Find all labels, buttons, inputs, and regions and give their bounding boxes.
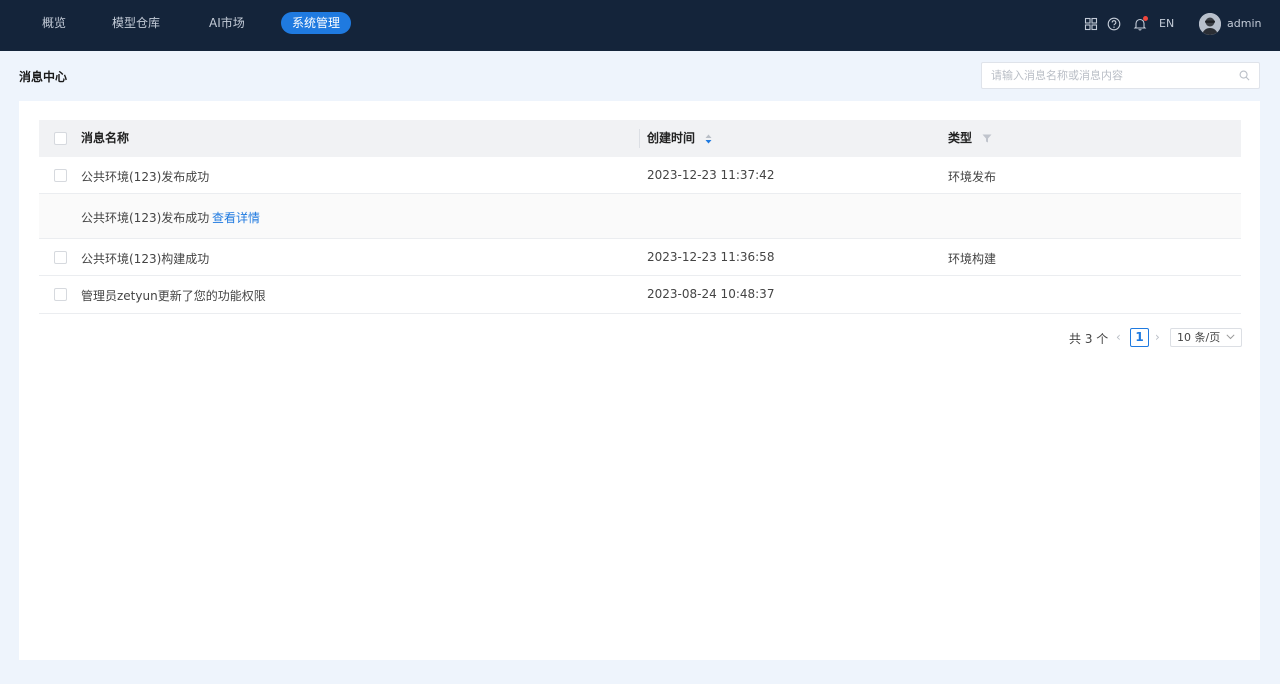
row-checkbox[interactable] — [54, 169, 67, 182]
message-list-card: 消息名称 创建时间 类型 公共环境(123)发布成功 2023-12-23 11… — [19, 101, 1260, 660]
nav-item-overview[interactable]: 概览 — [31, 12, 77, 34]
nav-item-model-repo[interactable]: 模型仓库 — [101, 12, 171, 34]
top-navbar: 概览 模型仓库 AI市场 系统管理 EN admin — [0, 0, 1280, 51]
expanded-row: 公共环境(123)发布成功 查看详情 — [39, 194, 1241, 239]
column-header-name: 消息名称 — [81, 131, 130, 145]
message-name[interactable]: 管理员zetyun更新了您的功能权限 — [81, 287, 266, 304]
column-header-type[interactable]: 类型 — [948, 120, 992, 157]
table-row[interactable]: 公共环境(123)发布成功 2023-12-23 11:37:42 环境发布 — [39, 157, 1241, 194]
message-created-time: 2023-12-23 11:37:42 — [647, 168, 775, 182]
nav-item-system-management[interactable]: 系统管理 — [281, 12, 352, 34]
apps-grid-icon[interactable] — [1084, 17, 1098, 31]
next-page-icon[interactable]: › — [1155, 330, 1160, 344]
search-icon[interactable] — [1239, 70, 1250, 81]
row-checkbox[interactable] — [54, 251, 67, 264]
table-row[interactable]: 公共环境(123)构建成功 2023-12-23 11:36:58 环境构建 — [39, 239, 1241, 276]
column-divider — [639, 129, 640, 148]
message-table: 消息名称 创建时间 类型 公共环境(123)发布成功 2023-12-23 11… — [39, 120, 1241, 314]
avatar[interactable] — [1199, 13, 1221, 35]
bell-icon[interactable] — [1133, 16, 1148, 31]
row-checkbox[interactable] — [54, 288, 67, 301]
column-header-type-label: 类型 — [948, 131, 973, 145]
filter-icon[interactable] — [982, 134, 992, 143]
table-row[interactable]: 管理员zetyun更新了您的功能权限 2023-08-24 10:48:37 — [39, 276, 1241, 314]
message-type: 环境构建 — [948, 252, 997, 266]
table-header: 消息名称 创建时间 类型 — [39, 120, 1241, 157]
message-created-time: 2023-12-23 11:36:58 — [647, 250, 775, 264]
chevron-down-icon — [1226, 334, 1235, 340]
prev-page-icon[interactable]: ‹ — [1116, 330, 1121, 344]
message-created-time: 2023-08-24 10:48:37 — [647, 287, 775, 301]
expanded-content: 公共环境(123)发布成功 — [81, 211, 210, 225]
search-input[interactable] — [982, 63, 1222, 88]
language-toggle[interactable]: EN — [1159, 17, 1174, 30]
message-type: 环境发布 — [948, 170, 997, 184]
page-size-value: 10 条/页 — [1177, 331, 1221, 344]
page-title: 消息中心 — [19, 70, 68, 84]
sort-icon[interactable] — [705, 134, 712, 144]
notification-dot — [1143, 16, 1148, 21]
message-name[interactable]: 公共环境(123)构建成功 — [81, 250, 209, 267]
pagination-total: 共 3 个 — [1069, 332, 1109, 346]
select-all-checkbox[interactable] — [54, 132, 67, 145]
username[interactable]: admin — [1227, 17, 1261, 30]
view-details-link[interactable]: 查看详情 — [212, 209, 260, 226]
search-box[interactable] — [981, 62, 1260, 89]
column-header-created[interactable]: 创建时间 — [647, 120, 712, 157]
nav-item-ai-market[interactable]: AI市场 — [198, 12, 256, 34]
pagination-page-1[interactable]: 1 — [1130, 328, 1149, 347]
page-size-select[interactable]: 10 条/页 — [1170, 328, 1242, 347]
help-icon[interactable] — [1107, 17, 1121, 31]
message-name[interactable]: 公共环境(123)发布成功 — [81, 168, 209, 185]
column-header-created-label: 创建时间 — [647, 131, 696, 145]
